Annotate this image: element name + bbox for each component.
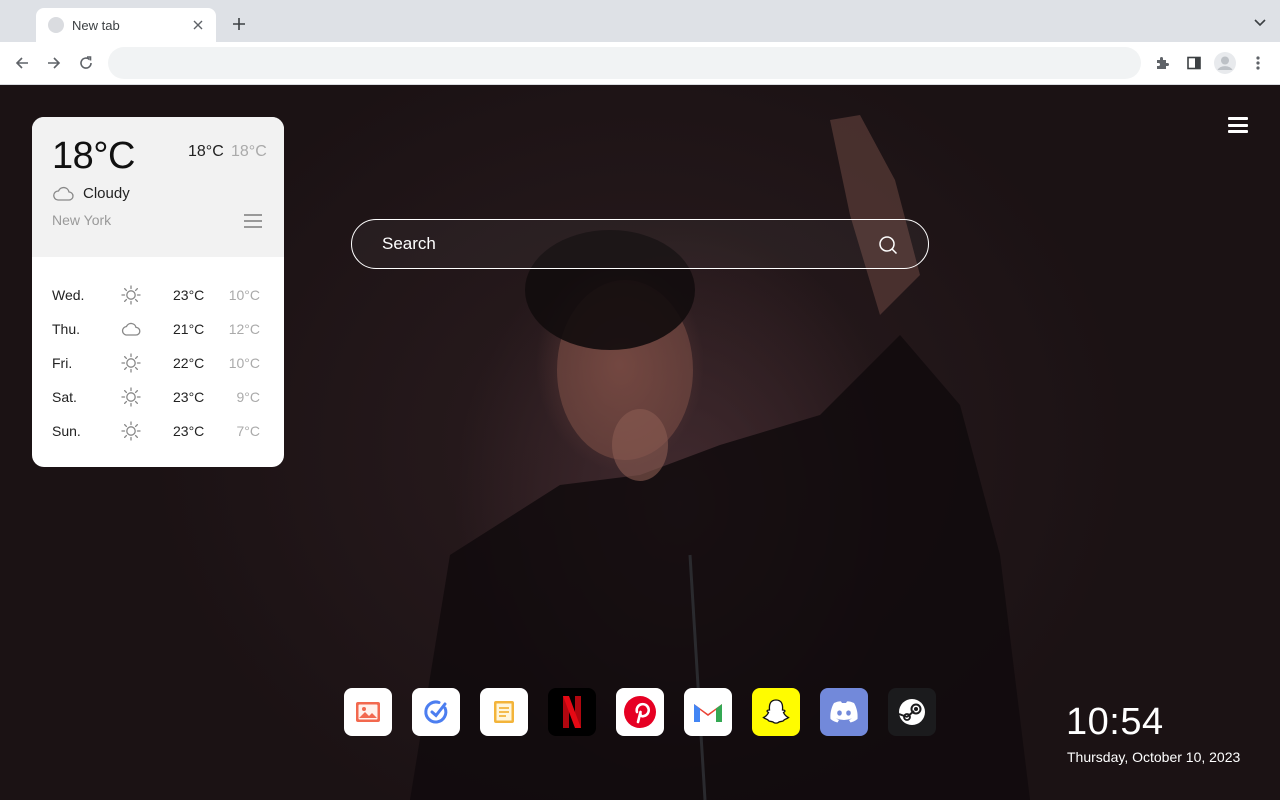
current-temperature: 18°C [52,135,135,177]
forecast-high: 23°C [173,389,205,405]
search-box [351,219,929,269]
forecast-low: 10°C [228,287,260,303]
netflix-icon [563,696,581,728]
forecast-low: 12°C [228,321,260,337]
note-icon [494,701,514,723]
pinterest-app[interactable] [616,688,664,736]
forecast-low: 7°C [236,423,261,439]
forecast-low: 10°C [228,355,260,371]
forecast-day: Thu. [52,321,81,337]
chevron-down-icon [1254,19,1266,27]
new-tab-page: 18°C 18°C 18°C Cloudy New York Wed. 23°C… [0,85,1280,800]
forecast-row: Thu. 21°C 12°C [32,311,284,345]
close-icon[interactable] [190,17,206,33]
forecast-high: 22°C [173,355,205,371]
weather-current: 18°C 18°C 18°C Cloudy New York [32,117,284,257]
discord-icon [830,701,858,723]
cloud-icon [121,322,141,336]
forecast-high: 21°C [173,321,205,337]
more-vertical-icon [1256,56,1260,70]
cloud-icon [53,186,74,201]
new-tab-button[interactable] [228,13,250,35]
browser-menu-button[interactable] [1246,51,1270,75]
tasks-app[interactable] [412,688,460,736]
photos-app[interactable] [344,688,392,736]
clock-time: 10:54 [1066,701,1164,743]
gmail-app[interactable] [684,688,732,736]
forecast-high: 23°C [173,287,205,303]
steam-icon [898,699,925,725]
app-dock [344,688,956,736]
reload-icon [80,56,92,69]
search-input[interactable] [382,220,862,267]
extensions-button[interactable] [1150,51,1174,75]
snapchat-icon [762,699,790,724]
forecast-row: Sun. 23°C 7°C [32,413,284,447]
forecast-high: 23°C [173,423,205,439]
side-panel-icon [1187,56,1201,70]
arrow-right-icon [48,57,61,69]
weather-city: New York [52,212,112,228]
clock-date: Thursday, October 10, 2023 [1067,749,1241,765]
address-bar[interactable] [108,47,1141,79]
forecast-row: Wed. 23°C 10°C [32,277,284,311]
forward-button[interactable] [42,51,66,75]
image-icon [356,702,380,722]
menu-button[interactable] [1228,117,1248,133]
netflix-app[interactable] [548,688,596,736]
plus-icon [233,18,245,30]
tab-search-button[interactable] [1252,15,1268,31]
gmail-icon [694,704,722,722]
steam-app[interactable] [888,688,936,736]
sun-icon [121,387,141,407]
sun-icon [121,353,141,373]
weather-forecast: Wed. 23°C 10°C Thu. 21°C 12°C Fri. 22°C … [32,257,284,447]
forecast-row: Fri. 22°C 10°C [32,345,284,379]
profile-button[interactable] [1213,51,1237,75]
check-circle-icon [424,700,448,724]
arrow-left-icon [15,57,28,69]
back-button[interactable] [10,51,34,75]
snapchat-app[interactable] [752,688,800,736]
discord-app[interactable] [820,688,868,736]
tab-strip: New tab [0,0,1280,42]
favicon-icon [48,17,64,33]
sun-icon [121,421,141,441]
weather-condition: Cloudy [83,185,130,202]
tab-new-tab[interactable]: New tab [36,8,216,42]
pinterest-icon [624,696,656,728]
search-icon[interactable] [878,235,898,255]
forecast-day: Fri. [52,355,73,371]
current-high: 18°C [188,143,224,160]
weather-menu-icon[interactable] [244,214,262,228]
forecast-day: Wed. [52,287,85,303]
forecast-day: Sun. [52,423,81,439]
sun-icon [121,285,141,305]
side-panel-button[interactable] [1182,51,1206,75]
tab-title: New tab [72,17,120,33]
avatar-icon [1214,52,1236,74]
forecast-low: 9°C [236,389,261,405]
current-low: 18°C [231,143,267,160]
forecast-row: Sat. 23°C 9°C [32,379,284,413]
puzzle-icon [1157,57,1169,69]
notes-app[interactable] [480,688,528,736]
forecast-day: Sat. [52,389,77,405]
reload-button[interactable] [74,51,98,75]
weather-widget: 18°C 18°C 18°C Cloudy New York Wed. 23°C… [32,117,284,467]
browser-toolbar [0,42,1280,85]
